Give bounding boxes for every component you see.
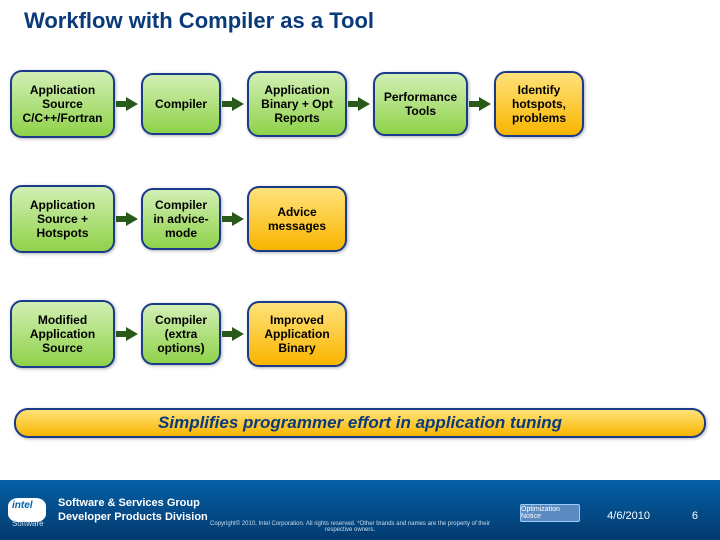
arrow-icon xyxy=(116,212,140,226)
box-modified-source: Modified Application Source xyxy=(10,300,115,368)
box-improved-binary: Improved Application Binary xyxy=(247,301,347,367)
workflow-row-1: Application Source C/C++/Fortran Compile… xyxy=(10,64,710,144)
footer-page-number: 6 xyxy=(692,510,698,522)
arrow-icon xyxy=(116,327,140,341)
footer-line2: Developer Products Division xyxy=(58,510,208,524)
slide-footer: Software Software & Services Group Devel… xyxy=(0,480,720,540)
box-compiler: Compiler xyxy=(141,73,221,135)
box-identify-hotspots: Identify hotspots, problems xyxy=(494,71,584,137)
arrow-icon xyxy=(222,97,246,111)
footer-copyright: Copyright© 2010, Intel Corporation. All … xyxy=(210,521,490,534)
footer-software-label: Software xyxy=(12,519,44,528)
footer-date: 4/6/2010 xyxy=(607,510,650,522)
workflow-row-2: Application Source + Hotspots Compiler i… xyxy=(10,179,710,259)
arrow-icon xyxy=(469,97,493,111)
arrow-icon xyxy=(222,212,246,226)
arrow-icon xyxy=(222,327,246,341)
box-source-hotspots: Application Source + Hotspots xyxy=(10,185,115,253)
arrow-icon xyxy=(348,97,372,111)
box-perf-tools: Performance Tools xyxy=(373,72,468,136)
summary-text: Simplifies programmer effort in applicat… xyxy=(158,413,562,433)
slide-title: Workflow with Compiler as a Tool xyxy=(0,0,720,34)
arrow-icon xyxy=(116,97,140,111)
box-compiler-advice: Compiler in advice-mode xyxy=(141,188,221,250)
summary-banner: Simplifies programmer effort in applicat… xyxy=(14,408,706,438)
optimization-notice-badge: Optimization Notice xyxy=(520,504,580,522)
box-app-source: Application Source C/C++/Fortran xyxy=(10,70,115,138)
box-advice-messages: Advice messages xyxy=(247,186,347,252)
footer-group-name: Software & Services Group Developer Prod… xyxy=(58,496,208,525)
footer-line1: Software & Services Group xyxy=(58,496,208,510)
workflow-row-3: Modified Application Source Compiler (ex… xyxy=(10,294,710,374)
workflow-diagram: Application Source C/C++/Fortran Compile… xyxy=(10,64,720,404)
box-binary-reports: Application Binary + Opt Reports xyxy=(247,71,347,137)
box-compiler-extra: Compiler (extra options) xyxy=(141,303,221,365)
